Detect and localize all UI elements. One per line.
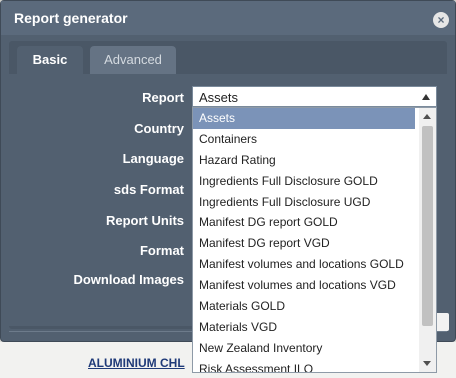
option-assets[interactable]: Assets <box>193 108 415 129</box>
option-manifest-dg-gold[interactable]: Manifest DG report GOLD <box>193 212 415 233</box>
option-materials-gold[interactable]: Materials GOLD <box>193 296 415 317</box>
label-report-units: Report Units <box>106 213 184 228</box>
label-sds-format: sds Format <box>113 182 184 197</box>
report-select-value: Assets <box>199 90 239 105</box>
footer-button[interactable] <box>435 313 449 331</box>
label-format: Format <box>139 243 184 258</box>
option-manifest-volumes-gold[interactable]: Manifest volumes and locations GOLD <box>193 254 415 275</box>
report-select[interactable]: Assets <box>192 86 437 107</box>
label-language: Language <box>122 151 184 166</box>
dialog-title: Report generator <box>14 10 128 26</box>
tab-basic[interactable]: Basic <box>17 46 83 74</box>
scroll-up-icon[interactable] <box>423 114 431 119</box>
scroll-down-icon[interactable] <box>423 361 431 366</box>
option-manifest-volumes-vgd[interactable]: Manifest volumes and locations VGD <box>193 275 415 296</box>
option-ingredients-ugd[interactable]: Ingredients Full Disclosure UGD <box>193 192 415 213</box>
option-ingredients-gold[interactable]: Ingredients Full Disclosure GOLD <box>193 171 415 192</box>
label-download-images: Download Images <box>73 272 184 287</box>
close-icon[interactable]: × <box>433 12 449 28</box>
option-containers[interactable]: Containers <box>193 129 415 150</box>
tab-advanced[interactable]: Advanced <box>90 46 176 74</box>
label-report: Report <box>142 90 184 105</box>
scrollbar-thumb[interactable] <box>422 126 433 326</box>
option-new-zealand-inventory[interactable]: New Zealand Inventory <box>193 338 415 359</box>
dialog-titlebar[interactable]: Report generator × <box>1 1 455 35</box>
option-hazard-rating[interactable]: Hazard Rating <box>193 150 415 171</box>
option-risk-assessment-ilo[interactable]: Risk Assessment ILO <box>193 359 415 372</box>
background-link[interactable]: ALUMINIUM CHL <box>88 356 185 370</box>
option-manifest-dg-vgd[interactable]: Manifest DG report VGD <box>193 233 415 254</box>
report-dropdown-list[interactable]: Assets Containers Hazard Rating Ingredie… <box>192 107 437 373</box>
chevron-up-icon <box>422 94 430 100</box>
option-materials-vgd[interactable]: Materials VGD <box>193 317 415 338</box>
dropdown-scrollbar[interactable] <box>419 108 436 372</box>
label-country: Country <box>134 121 184 136</box>
